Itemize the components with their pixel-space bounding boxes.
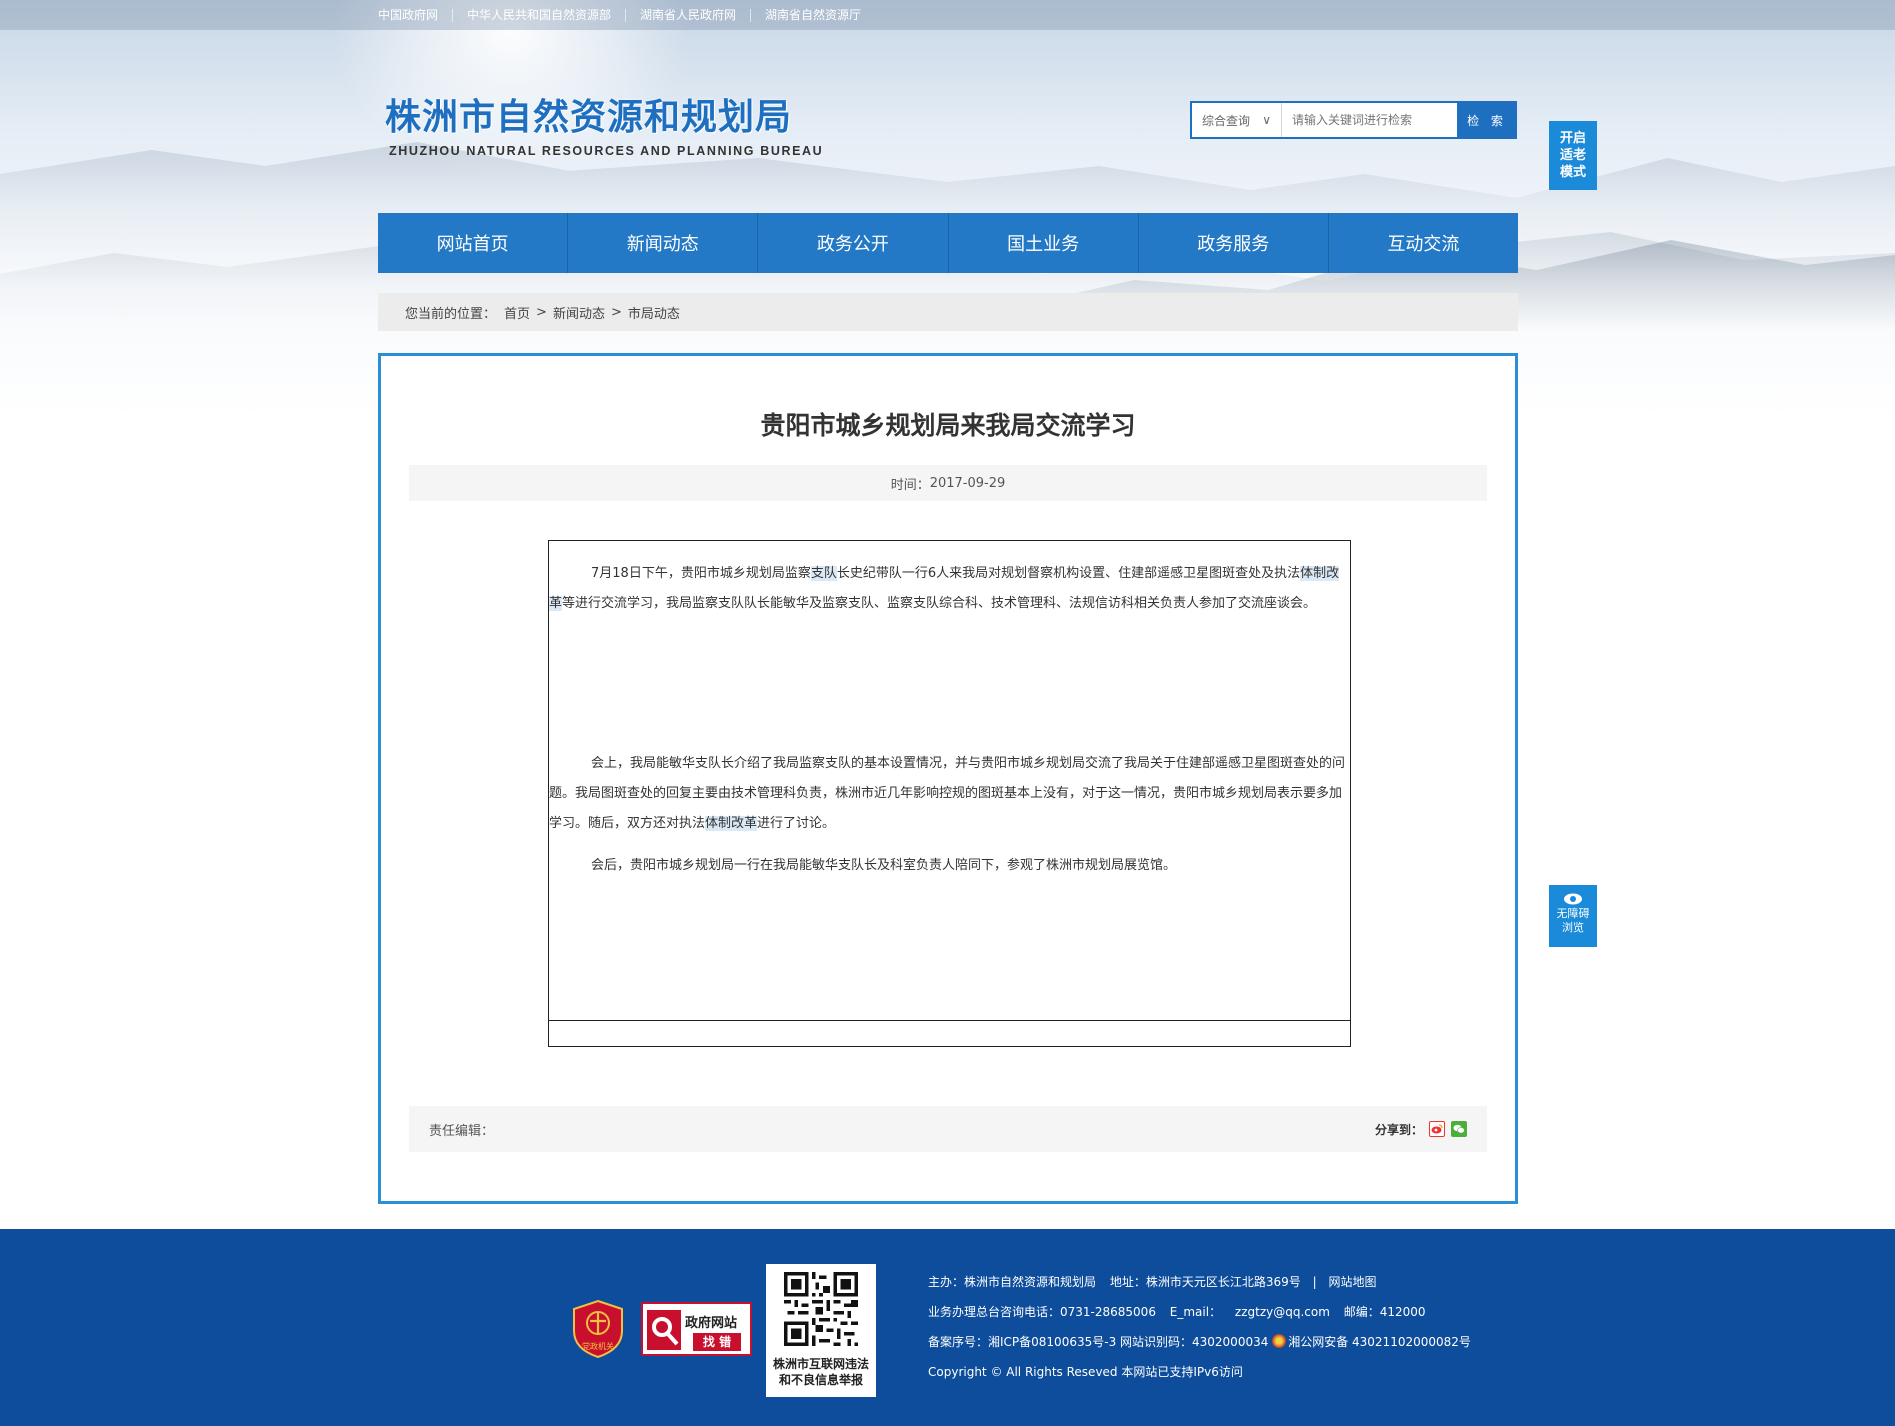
logo-chinese: 株洲市自然资源和规划局 (385, 97, 793, 138)
footer-sitemap-link[interactable]: 网站地图 (1328, 1275, 1376, 1289)
text-run: 进行了讨论。 (757, 816, 836, 831)
gov-site-error-report[interactable]: 政府网站 找 错 (641, 1302, 752, 1356)
top-link-hunan-gov[interactable]: 湖南省人民政府网 (625, 8, 750, 22)
article-footer: 责任编辑： 分享到： (409, 1106, 1487, 1152)
footer-host: 主办：株洲市自然资源和规划局 (928, 1275, 1097, 1289)
search-input[interactable] (1282, 103, 1457, 137)
highlight-text: 体制改革 (705, 816, 758, 831)
article-paragraph: 会上，我局能敏华支队长介绍了我局监察支队的基本设置情况，并与贵阳市城乡规划局交流… (549, 749, 1350, 839)
article-date: 2017-09-29 (929, 475, 1006, 491)
breadcrumb: 您当前的位置： 首页 > 新闻动态 > 市局动态 (378, 293, 1518, 331)
nav-item-interaction[interactable]: 互动交流 (1329, 213, 1518, 273)
text-run: 长史纪带队一行6人来我局对规划督察机构设置、住建部遥感卫星图斑查处及执法 (836, 566, 1301, 581)
search-bar: 综合查询 ∨ 检 索 (1190, 101, 1517, 139)
highlight-text: 支队 (810, 566, 837, 581)
wechat-share-icon[interactable] (1451, 1121, 1467, 1137)
elder-mode-label: 适老 (1559, 148, 1586, 163)
breadcrumb-separator: > (610, 304, 622, 320)
share-bar: 分享到： (1375, 1121, 1467, 1138)
top-link-bar: 中国政府网 中华人民共和国自然资源部 湖南省人民政府网 湖南省自然资源厅 (0, 0, 1895, 30)
breadcrumb-city-news[interactable]: 市局动态 (628, 303, 680, 322)
footer-line-icp: 备案序号：湘ICP备08100635号-3 网站识别码：4302000034 湘… (928, 1327, 1471, 1357)
main-nav: 网站首页 新闻动态 政务公开 国土业务 政务服务 互动交流 (378, 213, 1518, 273)
footer-email-label: E_mail： (1169, 1305, 1222, 1319)
elder-mode-label: 开启 (1559, 131, 1586, 146)
police-badge-icon (1272, 1334, 1287, 1348)
site-footer: 党政机关 政府网站 找 错 株洲市互联网违法 和不良信息举报 主办：株洲市自然资… (0, 1229, 1895, 1426)
top-link-gov-cn[interactable]: 中国政府网 (378, 8, 452, 22)
logo-english: ZHUZHOU NATURAL RESOURCES AND PLANNING B… (389, 144, 824, 158)
eye-icon (1564, 893, 1582, 905)
qr-code-icon (784, 1272, 858, 1346)
text-run: 等进行交流学习，我局监察支队队长能敏华及监察支队、监察支队综合科、技术管理科、法… (562, 596, 1317, 611)
footer-line-host: 主办：株洲市自然资源和规划局 地址：株洲市天元区长江北路369号 | 网站地图 (928, 1267, 1471, 1297)
footer-info: 主办：株洲市自然资源和规划局 地址：株洲市天元区长江北路369号 | 网站地图 … (928, 1267, 1471, 1387)
gov-site-title: 政府网站 (685, 1316, 738, 1331)
editor-label: 责任编辑： (429, 1123, 495, 1139)
qr-caption: 株洲市互联网违法 和不良信息举报 (766, 1356, 876, 1388)
nav-item-land-business[interactable]: 国土业务 (949, 213, 1139, 273)
article-content-table: 7月18日下午，贵阳市城乡规划局监察支队长史纪带队一行6人来我局对规划督察机构设… (548, 540, 1351, 1047)
footer-phone: 业务办理总台咨询电话：0731-28685006 (928, 1305, 1156, 1319)
footer-address: 地址：株洲市天元区长江北路369号 (1109, 1275, 1301, 1289)
search-category-value: 综合查询 (1202, 113, 1251, 128)
breadcrumb-prefix: 您当前的位置： (405, 306, 497, 322)
footer-icp[interactable]: 备案序号：湘ICP备08100635号-3 网站识别码：4302000034 (928, 1335, 1268, 1349)
elder-mode-button[interactable]: 开启 适老 模式 (1549, 121, 1597, 190)
breadcrumb-news[interactable]: 新闻动态 (553, 303, 605, 322)
nav-item-news[interactable]: 新闻动态 (568, 213, 759, 273)
article-title: 贵阳市城乡规划局来我局交流学习 (760, 411, 1136, 440)
share-label: 分享到： (1374, 1122, 1423, 1137)
text-run: 会上，我局能敏华支队长介绍了我局监察支队的基本设置情况，并与贵阳市城乡规划局交流… (549, 756, 1346, 831)
accessibility-label: 浏览 (1562, 921, 1584, 934)
nav-item-home[interactable]: 网站首页 (378, 213, 569, 273)
magnifier-icon (647, 1310, 681, 1350)
weibo-share-icon[interactable] (1429, 1121, 1445, 1137)
footer-separator: | (1312, 1275, 1317, 1289)
top-link-hunan-nr[interactable]: 湖南省自然资源厅 (750, 8, 875, 22)
footer-zip: 邮编：412000 (1343, 1305, 1426, 1319)
party-badge-text: 党政机关 (582, 1341, 614, 1351)
footer-line-contact: 业务办理总台咨询电话：0731-28685006 E_mail： zzgtzy@… (928, 1297, 1471, 1327)
date-label: 时间： (890, 477, 930, 493)
breadcrumb-separator: > (536, 304, 547, 320)
footer-police-record[interactable]: 湘公网安备 43021102000082号 (1288, 1335, 1471, 1349)
elder-mode-label: 模式 (1559, 165, 1586, 180)
gov-site-subtitle: 找 错 (693, 1333, 741, 1351)
top-link-mnr[interactable]: 中华人民共和国自然资源部 (452, 8, 625, 22)
nav-item-gov-services[interactable]: 政务服务 (1139, 213, 1329, 273)
text-run: 7月18日下午，贵阳市城乡规划局监察 (591, 566, 811, 581)
accessibility-button[interactable]: 无障碍 浏览 (1549, 885, 1597, 947)
footer-copyright: Copyright © All Rights Reseved 本网站已支持IPv… (928, 1365, 1243, 1379)
chevron-down-icon: ∨ (1262, 113, 1271, 127)
accessibility-label: 无障碍 (1556, 907, 1590, 920)
footer-email[interactable]: zzgtzy@qq.com (1235, 1305, 1330, 1319)
nav-item-gov-affairs[interactable]: 政务公开 (758, 213, 949, 273)
qr-caption-line: 株洲市互联网违法 (772, 1357, 869, 1371)
site-logo[interactable]: 株洲市自然资源和规划局 ZHUZHOU NATURAL RESOURCES AN… (385, 88, 823, 158)
article-paragraph: 会后，贵阳市城乡规划局一行在我局能敏华支队长及科室负责人陪同下，参观了株洲市规划… (591, 858, 1177, 873)
article-content-cell: 7月18日下午，贵阳市城乡规划局监察支队长史纪带队一行6人来我局对规划督察机构设… (549, 541, 1350, 1021)
article-paragraph: 7月18日下午，贵阳市城乡规划局监察支队长史纪带队一行6人来我局对规划督察机构设… (549, 559, 1350, 619)
report-qr-card[interactable]: 株洲市互联网违法 和不良信息举报 (766, 1264, 876, 1397)
party-gov-badge[interactable]: 党政机关 (572, 1299, 624, 1359)
qr-caption-line: 和不良信息举报 (778, 1373, 863, 1387)
search-button[interactable]: 检 索 (1457, 101, 1517, 139)
breadcrumb-home[interactable]: 首页 (504, 303, 530, 322)
article-panel: 贵阳市城乡规划局来我局交流学习 时间： 2017-09-29 7月18日下午，贵… (378, 353, 1518, 1204)
article-meta: 时间： 2017-09-29 (409, 465, 1487, 501)
search-category-select[interactable]: 综合查询 ∨ (1192, 103, 1282, 137)
